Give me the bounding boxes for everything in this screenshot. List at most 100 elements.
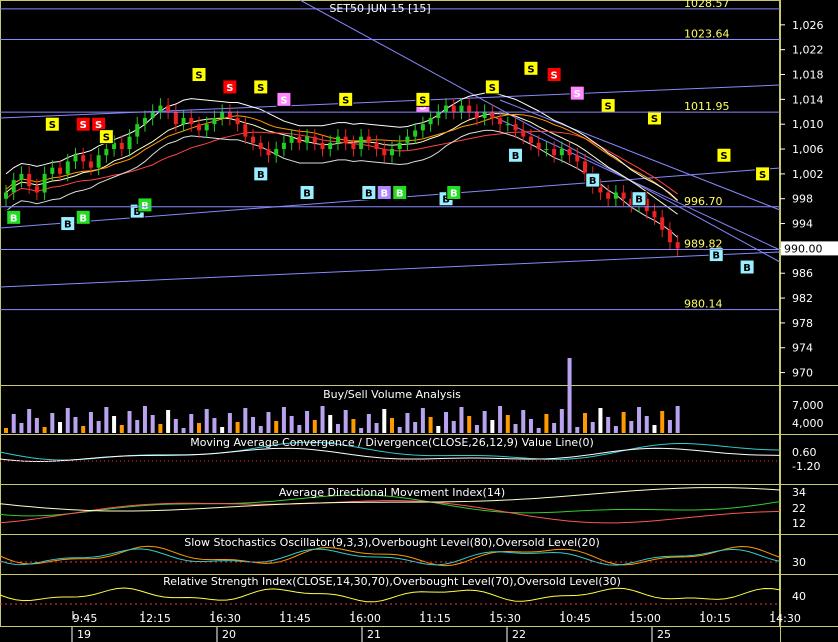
level-label: 1028.57 [684, 0, 730, 10]
candle-body [660, 217, 665, 230]
volume-bar [4, 428, 8, 433]
volume-bar [142, 406, 147, 433]
level-label: 1011.95 [684, 100, 730, 113]
volume-bar [96, 421, 101, 433]
candle-body [181, 117, 186, 125]
volume-axis-label: 7,000 [792, 399, 824, 412]
price-tick-label: 1,022 [792, 44, 824, 57]
signal-label: S [605, 102, 612, 113]
volume-bar [397, 427, 402, 433]
time-tick-label: 10:15 [699, 612, 731, 625]
candle-body [34, 186, 39, 193]
trend-line [489, 114, 781, 251]
signal-label: S [551, 71, 558, 82]
level-label: 1023.64 [684, 27, 730, 40]
volume-bar [590, 422, 595, 433]
price-tick-label: 1,026 [792, 19, 824, 32]
adx-axis-label: 22 [792, 502, 806, 515]
price-tick-label: 982 [792, 292, 813, 305]
trend-line [0, 84, 781, 119]
volume-bar [444, 412, 449, 433]
volume-bar [119, 425, 124, 433]
volume-bar [660, 411, 665, 433]
volume-bar [606, 417, 611, 433]
candle-body [505, 124, 510, 126]
volume-bar [474, 425, 479, 433]
volume-bar [328, 415, 333, 433]
signal-label: S [280, 95, 287, 106]
volume-bar [181, 428, 186, 433]
volume-bar [243, 408, 248, 433]
adx-axis-label: 34 [792, 486, 806, 499]
signal-label: S [80, 120, 87, 131]
panel-title-stoch: Slow Stochastics Oscillator(9,3,3),Overb… [184, 536, 600, 549]
volume-bar [521, 410, 526, 433]
candle-body [343, 136, 348, 143]
chart-window: BSBBSSSBBSSSBSBSBBBSSBBSBSSSSBBSBSBS 102… [0, 0, 838, 642]
candle-body [413, 130, 418, 137]
time-tick-label: 15:30 [489, 612, 521, 625]
candle-body [351, 142, 356, 150]
candle-body [150, 111, 155, 118]
signal-label: B [64, 220, 72, 231]
volume-bar [73, 417, 78, 433]
volume-bar [289, 416, 294, 433]
volume-bar [420, 408, 425, 433]
signal-label: S [574, 89, 581, 100]
trend-lines[interactable] [0, 0, 781, 288]
volume-bar [667, 420, 672, 433]
day-label: 21 [367, 628, 381, 641]
volume-bar [42, 427, 47, 433]
candle-body [142, 117, 147, 125]
signal-label: B [79, 213, 87, 224]
volume-bar [644, 416, 649, 433]
time-tick-label: 11:15 [419, 612, 451, 625]
candle-body [359, 136, 364, 150]
time-tick-label: 16:00 [349, 612, 381, 625]
candle-body [251, 136, 256, 143]
signal-label: S [419, 95, 426, 106]
candle-body [227, 111, 232, 118]
time-tick-label: 16:30 [209, 612, 241, 625]
chart-canvas[interactable]: BSBBS SSBBSS SBSBSB B BSSBBSBSSSSBBSBSBS 102… [0, 0, 838, 642]
volume-bar [482, 411, 487, 433]
volume-axis-label: 4,000 [792, 417, 824, 430]
time-tick-label: 12:15 [139, 612, 171, 625]
volume-bar [374, 423, 379, 433]
volume-bar [34, 418, 39, 433]
candle-body [583, 161, 587, 174]
signal-label: S [342, 95, 349, 106]
volume-bar [220, 427, 225, 433]
candle-body [81, 155, 86, 162]
candle-body [50, 167, 55, 174]
volume-bar [390, 418, 394, 433]
signal-label: B [589, 176, 597, 187]
candle-body [459, 105, 464, 112]
candle-body [11, 180, 16, 193]
signal-label: S [257, 83, 264, 94]
candle-body [88, 161, 93, 168]
candle-body [220, 111, 225, 118]
time-tick-label: 9:45 [73, 612, 98, 625]
candle-body [58, 167, 63, 174]
volume-bar [675, 406, 680, 433]
price-tick-label: 1,014 [792, 93, 824, 106]
time-tick-label: 10:45 [559, 612, 591, 625]
volume-bar [505, 415, 510, 433]
volume-bar [351, 419, 356, 433]
candle-body [335, 136, 340, 143]
candle-body [444, 105, 449, 112]
candle-body [266, 149, 271, 156]
candle-body [428, 117, 433, 125]
volume-bar [428, 417, 433, 433]
candle-body [289, 136, 294, 143]
signal-label: B [396, 189, 404, 200]
price-tick-label: 978 [792, 317, 813, 330]
level-label: 989.82 [684, 238, 723, 251]
volume-bar [513, 424, 518, 433]
signals: BSBBS SSBBSS SBSBSB B BSSBBSBSSSSBBSBSBS [6, 60, 771, 275]
volume-bar [11, 414, 16, 433]
candle-body [305, 136, 310, 143]
signal-label: B [380, 189, 388, 200]
volume-bar [490, 420, 495, 433]
